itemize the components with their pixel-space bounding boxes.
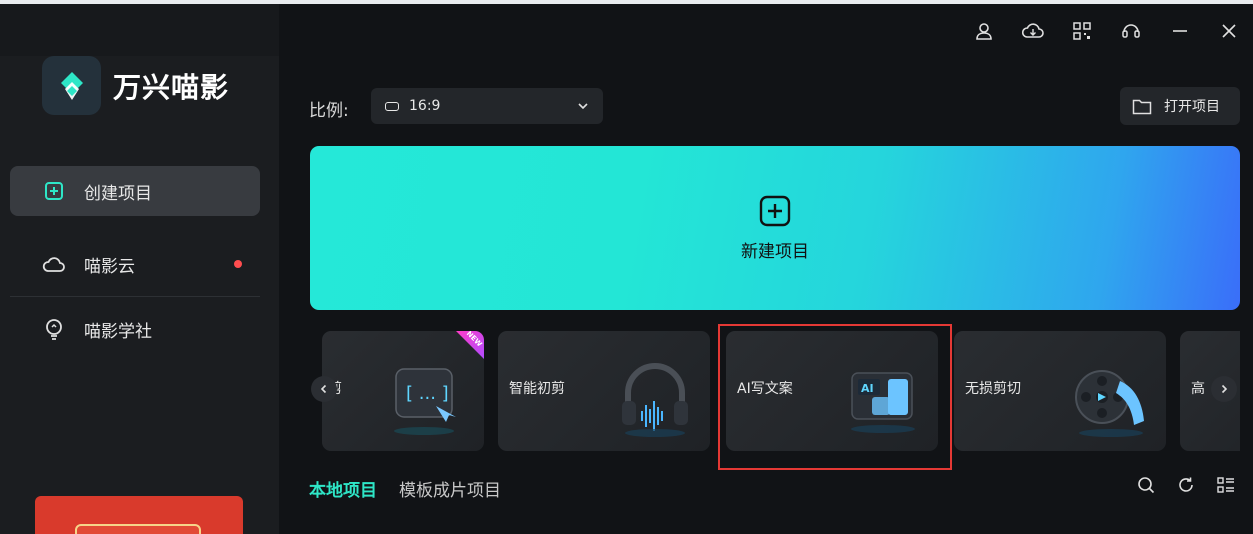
lightbulb-icon — [42, 317, 66, 341]
headphones-illustration-icon — [622, 363, 688, 437]
qr-code-button[interactable] — [1057, 18, 1106, 44]
app-name: 万兴喵影 — [113, 70, 230, 104]
support-button[interactable] — [1106, 18, 1155, 44]
list-view-icon — [1217, 477, 1234, 493]
sidebar-item-academy[interactable]: 喵影学社 — [10, 304, 260, 354]
carousel-prev-button[interactable] — [311, 376, 337, 402]
sidebar-item-create-project[interactable]: 创建项目 — [10, 166, 260, 216]
search-button[interactable] — [1135, 474, 1157, 496]
tab-template-projects[interactable]: 模板成片项目 — [399, 476, 501, 501]
aspect-ratio-dropdown[interactable]: 16:9 — [371, 88, 603, 124]
close-icon — [1221, 24, 1236, 38]
feature-card-label: 无损剪切 — [965, 381, 1021, 397]
qr-code-icon — [1072, 22, 1091, 40]
feature-carousel: 剪 [ ... ] NEW 智能初剪 — [310, 331, 1240, 451]
headset-support-icon — [1121, 24, 1140, 38]
svg-text:[ ... ]: [ ... ] — [406, 383, 449, 404]
sidebar-divider — [10, 296, 260, 297]
open-project-label: 打开项目 — [1164, 99, 1220, 115]
create-project-icon — [42, 179, 66, 203]
smart-cut-illustration-icon: [ ... ] — [394, 368, 456, 435]
ratio-label: 比例: — [309, 101, 349, 121]
new-project-label: 新建项目 — [741, 241, 809, 262]
sidebar-item-label: 喵影云 — [84, 256, 135, 277]
minimize-button[interactable] — [1155, 18, 1204, 44]
cloud-icon — [42, 252, 66, 276]
feature-card-label: AI写文案 — [737, 381, 793, 397]
refresh-icon — [1179, 477, 1193, 492]
svg-text:AI: AI — [861, 382, 874, 395]
cloud-sync-icon — [1021, 23, 1044, 38]
new-project-button[interactable]: 新建项目 — [310, 146, 1240, 310]
app-logo-icon — [42, 56, 101, 115]
sidebar-item-label: 喵影学社 — [84, 321, 152, 342]
cloud-sync-button[interactable] — [1008, 18, 1057, 44]
promo-banner[interactable] — [35, 496, 243, 534]
feature-card[interactable]: 剪 [ ... ] NEW — [322, 331, 484, 451]
project-list-tools — [1135, 474, 1237, 496]
promo-button — [75, 524, 201, 534]
chevron-down-icon — [578, 103, 588, 110]
aspect-ratio-value: 16:9 — [409, 98, 441, 114]
brand: 万兴喵影 — [42, 56, 229, 115]
folder-icon — [1132, 99, 1152, 114]
film-reel-illustration-icon — [1075, 370, 1144, 437]
sidebar-item-label: 创建项目 — [84, 183, 152, 204]
minimize-icon — [1172, 30, 1187, 32]
open-project-button[interactable]: 打开项目 — [1120, 87, 1240, 125]
feature-card-ai-copywriting[interactable]: AI写文案 AI — [726, 331, 938, 451]
notification-dot — [234, 260, 242, 268]
aspect-ratio-icon — [385, 101, 399, 111]
chevron-left-icon — [320, 384, 327, 394]
sidebar: 万兴喵影 创建项目 喵影云 喵影学社 — [0, 4, 279, 534]
ai-writer-illustration-icon: AI — [851, 372, 915, 433]
refresh-button[interactable] — [1175, 474, 1197, 496]
search-icon — [1138, 477, 1155, 494]
carousel-next-button[interactable] — [1211, 376, 1237, 402]
close-button[interactable] — [1204, 18, 1253, 44]
account-button[interactable] — [959, 18, 1008, 44]
feature-card-label: 高 — [1191, 381, 1205, 397]
chevron-right-icon — [1221, 384, 1228, 394]
main-panel: 比例: 16:9 打开项目 新建项目 剪 [ ... ] NEW 智能初剪 — [279, 4, 1253, 534]
sidebar-header — [0, 4, 279, 56]
tab-local-projects[interactable]: 本地项目 — [309, 476, 377, 501]
feature-card[interactable]: 无损剪切 — [954, 331, 1166, 451]
window-titlebar — [959, 18, 1253, 44]
account-icon — [975, 23, 992, 40]
feature-card[interactable]: 智能初剪 — [498, 331, 710, 451]
add-project-icon — [759, 195, 791, 226]
sidebar-item-cloud[interactable]: 喵影云 — [10, 239, 260, 289]
list-view-button[interactable] — [1215, 474, 1237, 496]
feature-card-label: 智能初剪 — [509, 381, 565, 397]
